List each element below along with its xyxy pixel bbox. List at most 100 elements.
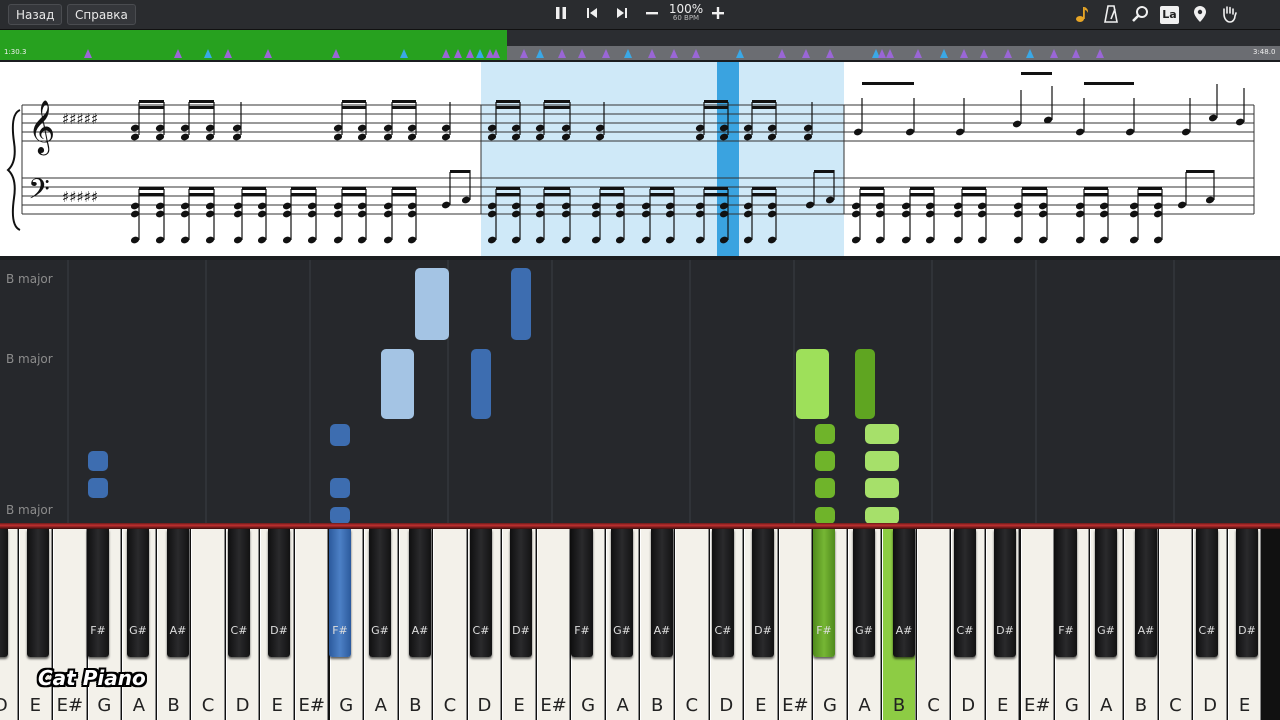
falling-note: [815, 507, 835, 524]
timeline-marker: [264, 49, 272, 58]
black-key[interactable]: C#: [228, 529, 250, 657]
black-key[interactable]: D#: [1236, 529, 1258, 657]
key-label: G: [339, 695, 354, 716]
beam: [962, 187, 986, 190]
black-key[interactable]: A#: [167, 529, 189, 657]
black-key[interactable]: F#: [813, 529, 835, 657]
key-label: G: [822, 695, 837, 716]
beam: [600, 193, 624, 196]
beam: [704, 193, 728, 196]
label-icon[interactable]: La: [1160, 6, 1179, 24]
white-key[interactable]: E#: [778, 529, 813, 720]
piano-roll: B major B major B major: [0, 260, 1280, 524]
beam: [189, 193, 214, 196]
key-label: A: [858, 695, 871, 716]
beam: [752, 100, 776, 103]
toolbar: Назад Справка 100% 60 BPM La: [0, 0, 1280, 30]
key-label: C: [1169, 695, 1182, 716]
key-label: A#: [411, 624, 429, 637]
white-key[interactable]: C: [916, 529, 951, 720]
black-key[interactable]: C#: [954, 529, 976, 657]
black-key[interactable]: G#: [369, 529, 391, 657]
black-key[interactable]: G#: [1095, 529, 1117, 657]
white-key[interactable]: C: [1158, 529, 1193, 720]
key-label: A#: [653, 624, 671, 637]
beam: [1022, 193, 1047, 196]
bass-clef: 𝄢: [28, 173, 50, 213]
black-key[interactable]: C#: [712, 529, 734, 657]
black-key[interactable]: A#: [651, 529, 673, 657]
key-label: E: [513, 695, 525, 716]
black-key[interactable]: A#: [409, 529, 431, 657]
beam: [544, 193, 570, 196]
falling-note: [865, 507, 899, 524]
black-key[interactable]: D#: [510, 529, 532, 657]
black-key[interactable]: G#: [611, 529, 633, 657]
white-key[interactable]: C: [191, 529, 225, 720]
timeline-marker: [454, 49, 462, 58]
timeline-marker: [648, 49, 656, 58]
timeline-marker: [940, 49, 948, 58]
falling-note: [88, 478, 108, 498]
total-time: 3:48.0: [1253, 48, 1276, 56]
zoom-out-icon[interactable]: [642, 5, 662, 25]
timeline-marker: [492, 49, 500, 58]
timeline-marker: [1072, 49, 1080, 58]
piano-keyboard[interactable]: D E E# G A B C D E E# G A B C D E E# G A B C D E E# G A B C D E E# G A B C…: [0, 529, 1280, 720]
skip-forward-icon[interactable]: [612, 5, 632, 25]
black-key[interactable]: G#: [853, 529, 875, 657]
timeline-marker: [624, 49, 632, 58]
sheet-music[interactable]: 𝄞 𝄢 ♯♯♯♯♯ ♯♯♯♯♯: [0, 62, 1280, 256]
location-pin-icon[interactable]: [1190, 5, 1210, 25]
black-key[interactable]: C#: [1196, 529, 1218, 657]
pause-icon[interactable]: [551, 5, 571, 25]
help-button[interactable]: Справка: [67, 4, 136, 25]
white-key[interactable]: E#: [294, 529, 329, 720]
hand-icon[interactable]: [1219, 5, 1239, 25]
black-key[interactable]: F#: [329, 529, 351, 657]
key-label: D: [719, 695, 734, 716]
timeline-marker: [1050, 49, 1058, 58]
black-key[interactable]: C#: [470, 529, 492, 657]
back-button[interactable]: Назад: [8, 4, 63, 25]
white-key[interactable]: C: [433, 529, 467, 720]
key-label: A: [1100, 695, 1113, 716]
beam: [392, 106, 416, 109]
beam: [496, 106, 520, 109]
skip-back-icon[interactable]: [582, 5, 602, 25]
key-label: D: [1203, 695, 1217, 716]
search-icon[interactable]: [1130, 5, 1150, 25]
beam: [862, 82, 914, 85]
key-label: E#: [56, 695, 84, 716]
timeline-marker: [692, 49, 700, 58]
black-key[interactable]: F#: [571, 529, 593, 657]
beam: [189, 100, 214, 103]
note-icon[interactable]: [1072, 5, 1092, 25]
key-label: F#: [574, 624, 590, 637]
black-key[interactable]: D#: [268, 529, 290, 657]
black-key[interactable]: [0, 529, 8, 657]
key-signature-treble: ♯♯♯♯♯: [62, 110, 98, 128]
timeline-scrubber[interactable]: [0, 30, 1280, 60]
black-key[interactable]: A#: [893, 529, 915, 657]
white-key[interactable]: E#: [53, 529, 87, 720]
beam: [752, 193, 776, 196]
white-key[interactable]: E#: [536, 529, 571, 720]
beam: [291, 187, 316, 190]
black-key[interactable]: [27, 529, 49, 657]
white-key[interactable]: C: [675, 529, 709, 720]
black-key[interactable]: D#: [752, 529, 774, 657]
metronome-icon[interactable]: [1101, 5, 1121, 25]
white-key[interactable]: E#: [1020, 529, 1054, 720]
black-key[interactable]: G#: [127, 529, 149, 657]
black-key[interactable]: D#: [994, 529, 1016, 657]
black-key[interactable]: A#: [1135, 529, 1157, 657]
black-key[interactable]: F#: [87, 529, 109, 657]
zoom-in-icon[interactable]: [708, 5, 728, 25]
beam: [704, 187, 728, 190]
key-label: E: [29, 695, 41, 716]
falling-note: [511, 268, 531, 340]
black-key[interactable]: F#: [1055, 529, 1077, 657]
key-label: C: [201, 695, 215, 716]
beam: [139, 106, 164, 109]
